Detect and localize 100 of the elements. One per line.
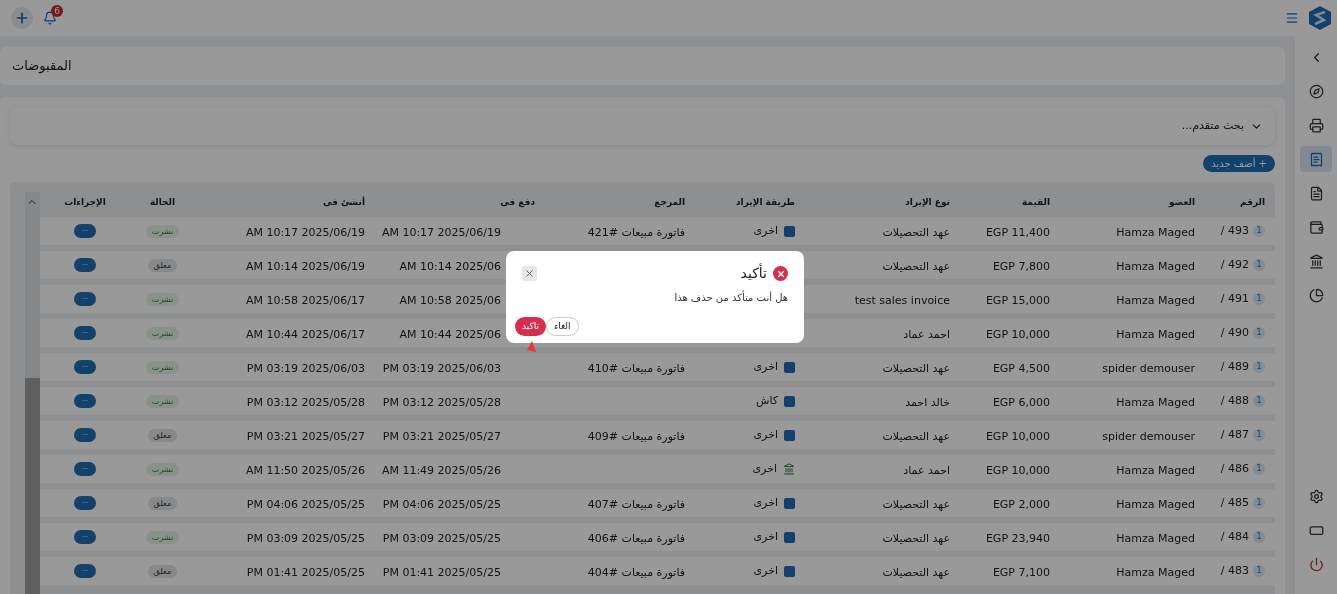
table-cell: Hamza Maged: [1116, 464, 1195, 477]
table-cell: Hamza Maged: [1116, 294, 1195, 307]
power-icon: [1308, 556, 1324, 572]
count-badge: 1: [1253, 259, 1265, 271]
table-cell: EGP 4,500: [992, 362, 1050, 375]
settings-icon: [1308, 488, 1324, 504]
table-cell: عهد التحصيلات: [882, 566, 950, 579]
dialog-title: تأكيد: [740, 263, 767, 283]
card-icon: [784, 225, 795, 237]
table-cell: spider demouser: [1102, 430, 1195, 443]
status-badge: نشرت: [145, 292, 180, 306]
table-cell: PM 03:21 2025/05/27: [382, 430, 501, 443]
count-badge: 1: [1253, 429, 1265, 441]
scrollbar-thumb[interactable]: [25, 378, 40, 594]
table-cell-text: 489 /: [1220, 358, 1249, 375]
column-header: الرقم: [1239, 196, 1265, 210]
printer-icon: [1308, 117, 1324, 133]
column-header: طريقة الإيراد: [735, 196, 795, 210]
table-cell-text: اخرى: [753, 426, 778, 443]
advanced-search-toggle[interactable]: بحث متقدم...: [10, 107, 1275, 145]
column-header: الحالة: [148, 196, 177, 210]
add-button[interactable]: [11, 7, 33, 29]
table-cell: PM 01:41 2025/05/25: [382, 566, 501, 579]
table-cell: عهد التحصيلات: [882, 532, 950, 545]
table-cell: Hamza Maged: [1116, 566, 1195, 579]
card-icon: [784, 497, 795, 509]
table-cell: AM 10:44 2025/06: [399, 328, 501, 341]
status-badge: معلق: [147, 496, 178, 510]
cancel-button[interactable]: الغاء: [546, 317, 579, 336]
page-title: المقبوضات: [12, 57, 72, 76]
table-cell: PM 04:06 2025/05/25: [382, 498, 501, 511]
table-cell: عهد التحصيلات: [882, 226, 950, 239]
table-cell-text: اخرى: [753, 562, 778, 579]
table-cell: spider demouser: [1102, 362, 1195, 375]
close-icon: [524, 268, 535, 279]
card-icon: [784, 361, 795, 373]
count-badge: 1: [1253, 225, 1265, 237]
sidebar-item[interactable]: [1300, 146, 1332, 172]
table-cell-text: 486 /: [1220, 460, 1249, 477]
table-cell: فاتورة مبيعات #407: [587, 498, 685, 511]
count-badge: 1: [1253, 463, 1265, 475]
table-cell-text: اخرى: [753, 358, 778, 375]
notifications-button[interactable]: 6: [41, 9, 59, 27]
count-badge: 1: [1253, 395, 1265, 407]
table-cell: Hamza Maged: [1116, 396, 1195, 409]
status-badge: نشرت: [145, 360, 180, 374]
count-badge: 1: [1253, 361, 1265, 373]
menu-icon[interactable]: [1285, 11, 1299, 25]
status-badge: معلق: [147, 258, 178, 272]
table-cell-text: 483 /: [1220, 562, 1249, 579]
column-header: المرجع: [653, 196, 685, 210]
table-cell-text: 491 /: [1220, 290, 1249, 307]
table-cell: EGP 7,800: [992, 260, 1050, 273]
dialog-message: هل أنت متأكد من حذف هذا: [673, 290, 788, 305]
count-badge: 1: [1253, 293, 1265, 305]
confirm-button[interactable]: تاكيد: [515, 317, 546, 336]
status-badge: نشرت: [145, 530, 180, 544]
table-cell: Hamza Maged: [1116, 328, 1195, 341]
table-cell: عهد التحصيلات: [882, 430, 950, 443]
column-header: أنشئ فى: [322, 196, 365, 210]
card-icon: [784, 429, 795, 441]
table-cell-text: 484 /: [1220, 528, 1249, 545]
close-button[interactable]: [522, 266, 537, 281]
count-badge: 1: [1253, 327, 1265, 339]
table-cell: EGP 15,000: [985, 294, 1050, 307]
table-cell: PM 04:06 2025/05/25: [246, 498, 365, 511]
table-cell: PM 03:21 2025/05/27: [246, 430, 365, 443]
table-cell: EGP 6,000: [992, 396, 1050, 409]
count-badge: 1: [1253, 531, 1265, 543]
table-cell: PM 03:19 2025/06/03: [382, 362, 501, 375]
table-cell: فاتورة مبيعات #421: [587, 226, 685, 239]
table-cell: احمد عماد: [903, 328, 950, 341]
table-cell: AM 10:17 2025/06/19: [245, 226, 365, 239]
table-cell: AM 10:44 2025/06/17: [245, 328, 365, 341]
status-badge: نشرت: [145, 224, 180, 238]
table-cell: عهد التحصيلات: [882, 498, 950, 511]
status-badge: نشرت: [145, 326, 180, 340]
bank-icon: [783, 463, 795, 475]
table-cell-text: اخرى: [753, 494, 778, 511]
column-header: دفع فى: [499, 196, 535, 210]
document-icon: [1308, 185, 1324, 201]
add-new-button[interactable]: + أضف جديد: [1203, 155, 1275, 172]
notification-badge: 6: [51, 5, 63, 17]
popover-arrow: [527, 341, 536, 352]
logo-icon: [1309, 6, 1331, 30]
table-cell: عهد التحصيلات: [882, 260, 950, 273]
wallet-icon: [1308, 219, 1324, 235]
table-cell-text: كاش: [755, 392, 778, 409]
table-cell: AM 10:17 2025/06/19: [381, 226, 501, 239]
table-cell: EGP 10,000: [985, 328, 1050, 341]
status-badge: معلق: [147, 428, 178, 442]
column-header: العضو: [1167, 196, 1195, 210]
table-cell: PM 03:09 2025/05/25: [246, 532, 365, 545]
table-cell: AM 10:58 2025/06/17: [245, 294, 365, 307]
table-cell-text: اخرى: [752, 460, 777, 477]
column-header: الإجراءات: [63, 196, 107, 210]
table-cell: عهد التحصيلات: [882, 362, 950, 375]
table-cell: فاتورة مبيعات #404: [587, 566, 685, 579]
table-cell: PM 03:09 2025/05/25: [382, 532, 501, 545]
table-cell-text: 493 /: [1220, 222, 1249, 239]
